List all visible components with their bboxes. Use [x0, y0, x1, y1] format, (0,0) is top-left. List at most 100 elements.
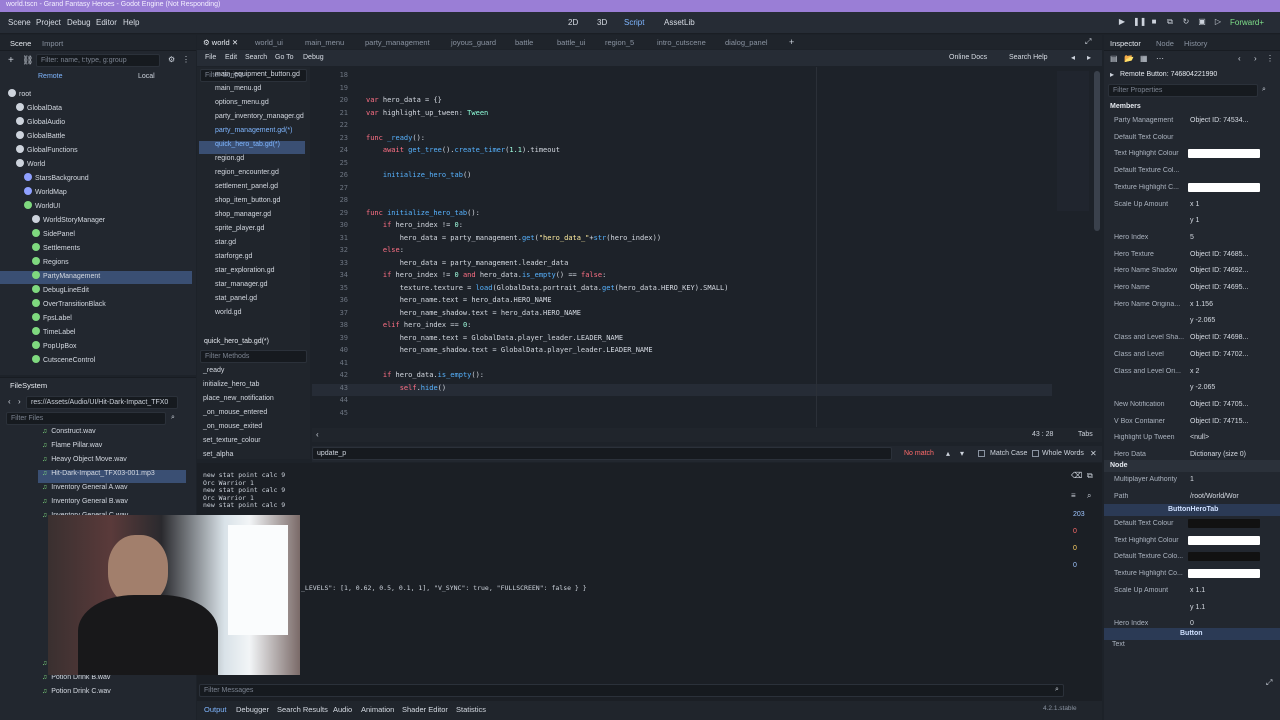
- code-line[interactable]: 45: [312, 409, 1052, 422]
- method-item[interactable]: set_texture_colour: [203, 437, 261, 450]
- code-line[interactable]: 18: [312, 71, 1052, 84]
- play-icon[interactable]: ▶: [1117, 17, 1127, 27]
- inspector-property[interactable]: Class and Level Ori... x 2: [1104, 364, 1274, 380]
- filter-methods-input[interactable]: Filter Methods: [200, 350, 307, 363]
- scene-tree-node[interactable]: GlobalFunctions: [0, 145, 192, 158]
- menu-editor[interactable]: Editor: [96, 18, 117, 27]
- method-item[interactable]: _on_mouse_exited: [203, 423, 262, 436]
- script-property[interactable]: Default Text Colour: [1104, 516, 1274, 532]
- script-menu-search[interactable]: Search: [245, 54, 267, 61]
- scene-tree-node[interactable]: OverTransitionBlack: [0, 299, 192, 312]
- clear-output-icon[interactable]: ⌫: [1071, 471, 1082, 480]
- method-item[interactable]: _ready: [203, 367, 224, 380]
- script-property[interactable]: Texture Highlight Co...: [1104, 566, 1274, 582]
- close-find-icon[interactable]: ✕: [1090, 449, 1097, 458]
- button-section-header[interactable]: Button: [1104, 628, 1280, 640]
- file-item[interactable]: ♫ Inventory General B.wav: [38, 498, 186, 511]
- menu-help[interactable]: Help: [123, 18, 139, 27]
- file-item[interactable]: ♫ Heavy Object Move.wav: [38, 456, 186, 469]
- history-icon[interactable]: ⋮: [1266, 54, 1274, 63]
- code-line[interactable]: 34 if hero_index != 0 and hero_data.is_e…: [312, 271, 1052, 284]
- more-icon[interactable]: ⋮: [182, 55, 190, 64]
- save-resource-icon[interactable]: ▦: [1140, 54, 1148, 63]
- workspace-2d[interactable]: 2D: [568, 18, 578, 27]
- script-tab[interactable]: battle: [515, 38, 533, 47]
- script-file[interactable]: star_manager.gd: [199, 281, 305, 294]
- code-line[interactable]: 38 elif hero_index == 0:: [312, 321, 1052, 334]
- whole-words-checkbox[interactable]: [1032, 450, 1039, 457]
- find-prev-icon[interactable]: ▴: [946, 449, 950, 458]
- distraction-free-icon[interactable]: ⤢: [1085, 37, 1091, 47]
- warning-count[interactable]: 0: [1073, 545, 1077, 552]
- code-line[interactable]: 33 hero_data = party_management.leader_d…: [312, 259, 1052, 272]
- node-property[interactable]: Multiplayer Authority 1: [1104, 472, 1274, 488]
- inspector-property[interactable]: Default Texture Col...: [1104, 163, 1274, 179]
- renderer-select[interactable]: Forward+: [1230, 18, 1264, 27]
- menu-scene[interactable]: Scene: [8, 18, 31, 27]
- code-line[interactable]: 22: [312, 121, 1052, 134]
- forward-icon[interactable]: ›: [18, 397, 21, 406]
- color-swatch[interactable]: [1188, 519, 1260, 528]
- script-file[interactable]: settlement_panel.gd: [199, 183, 305, 196]
- remote-tab[interactable]: Remote: [38, 73, 63, 80]
- find-next-icon[interactable]: ▾: [960, 449, 964, 458]
- remote-debug-icon[interactable]: ⧉: [1165, 17, 1175, 27]
- next-script-icon[interactable]: ▸: [1087, 53, 1091, 62]
- scene-tree-node[interactable]: CutsceneControl: [0, 355, 192, 368]
- script-tab[interactable]: battle_ui: [557, 38, 585, 47]
- workspace-3d[interactable]: 3D: [597, 18, 607, 27]
- reload-icon[interactable]: ↻: [1181, 17, 1191, 27]
- local-tab[interactable]: Local: [138, 73, 155, 80]
- code-line[interactable]: 44: [312, 396, 1052, 409]
- pause-icon[interactable]: ❚❚: [1133, 17, 1146, 27]
- remote-object-label[interactable]: Remote Button: 746804221990: [1120, 71, 1217, 78]
- scene-tree-node[interactable]: DebugLineEdit: [0, 285, 192, 298]
- inspector-property[interactable]: Hero Name Object ID: 74695...: [1104, 280, 1274, 296]
- script-file[interactable]: star.gd: [199, 239, 305, 252]
- script-section-header[interactable]: ButtonHeroTab: [1104, 504, 1280, 516]
- wrap-icon[interactable]: ≡: [1071, 491, 1076, 500]
- tab-animation[interactable]: Animation: [361, 705, 394, 714]
- inspector-property[interactable]: V Box Container Object ID: 74715...: [1104, 414, 1274, 430]
- editor-msg-count[interactable]: 0: [1073, 562, 1077, 569]
- code-line[interactable]: 19: [312, 84, 1052, 97]
- code-line[interactable]: 42 if hero_data.is_empty():: [312, 371, 1052, 384]
- tab-history[interactable]: History: [1184, 39, 1207, 48]
- find-input[interactable]: update_p: [312, 447, 892, 460]
- script-file[interactable]: sprite_player.gd: [199, 225, 305, 238]
- scene-tree-node[interactable]: GlobalAudio: [0, 117, 192, 130]
- inspector-back-icon[interactable]: ‹: [1238, 54, 1241, 63]
- file-item[interactable]: ♫ Inventory General A.wav: [38, 484, 186, 497]
- members-section[interactable]: Members: [1110, 103, 1141, 110]
- color-swatch[interactable]: [1188, 569, 1260, 579]
- code-line[interactable]: 37 hero_name_shadow.text = hero_data.HER…: [312, 309, 1052, 322]
- script-file[interactable]: region.gd: [199, 155, 305, 168]
- script-file[interactable]: world.gd: [199, 309, 305, 322]
- code-editor[interactable]: 18 19 20 var hero_data = {} 21 var highlight_…: [312, 67, 1102, 427]
- online-docs-link[interactable]: Online Docs: [949, 54, 987, 61]
- script-file[interactable]: main_menu.gd: [199, 85, 305, 98]
- code-line[interactable]: 40 hero_name_shadow.text = GlobalData.pl…: [312, 346, 1052, 359]
- filter-messages-input[interactable]: Filter Messages: [199, 684, 1064, 697]
- code-line[interactable]: 23 func _ready():: [312, 134, 1052, 147]
- tab-shader-editor[interactable]: Shader Editor: [402, 705, 448, 714]
- color-swatch[interactable]: [1188, 182, 1260, 192]
- file-item[interactable]: ♫ Hit-Dark-Impact_TFX03-001.mp3: [38, 470, 186, 483]
- scene-tree-node[interactable]: TimeLabel: [0, 327, 192, 340]
- script-tab[interactable]: party_management: [365, 38, 430, 47]
- inspector-property[interactable]: Hero Index 5: [1104, 230, 1274, 246]
- method-item[interactable]: place_new_notification: [203, 395, 274, 408]
- tab-search-results[interactable]: Search Results: [277, 705, 328, 714]
- scene-tree-node[interactable]: root: [0, 89, 192, 102]
- filter-properties-input[interactable]: Filter Properties: [1108, 84, 1258, 97]
- search-output-icon[interactable]: ⌕: [1087, 491, 1091, 501]
- inspector-property[interactable]: Scale Up Amount x 1: [1104, 197, 1274, 213]
- script-attach-icon[interactable]: ⚙: [168, 55, 175, 64]
- inspector-forward-icon[interactable]: ›: [1254, 54, 1257, 63]
- script-file[interactable]: star_exploration.gd: [199, 267, 305, 280]
- script-menu-edit[interactable]: Edit: [225, 54, 237, 61]
- code-line[interactable]: 27: [312, 184, 1052, 197]
- back-icon[interactable]: ‹: [8, 397, 11, 406]
- inspector-property[interactable]: Hero Texture Object ID: 74685...: [1104, 247, 1274, 263]
- menu-project[interactable]: Project: [36, 18, 61, 27]
